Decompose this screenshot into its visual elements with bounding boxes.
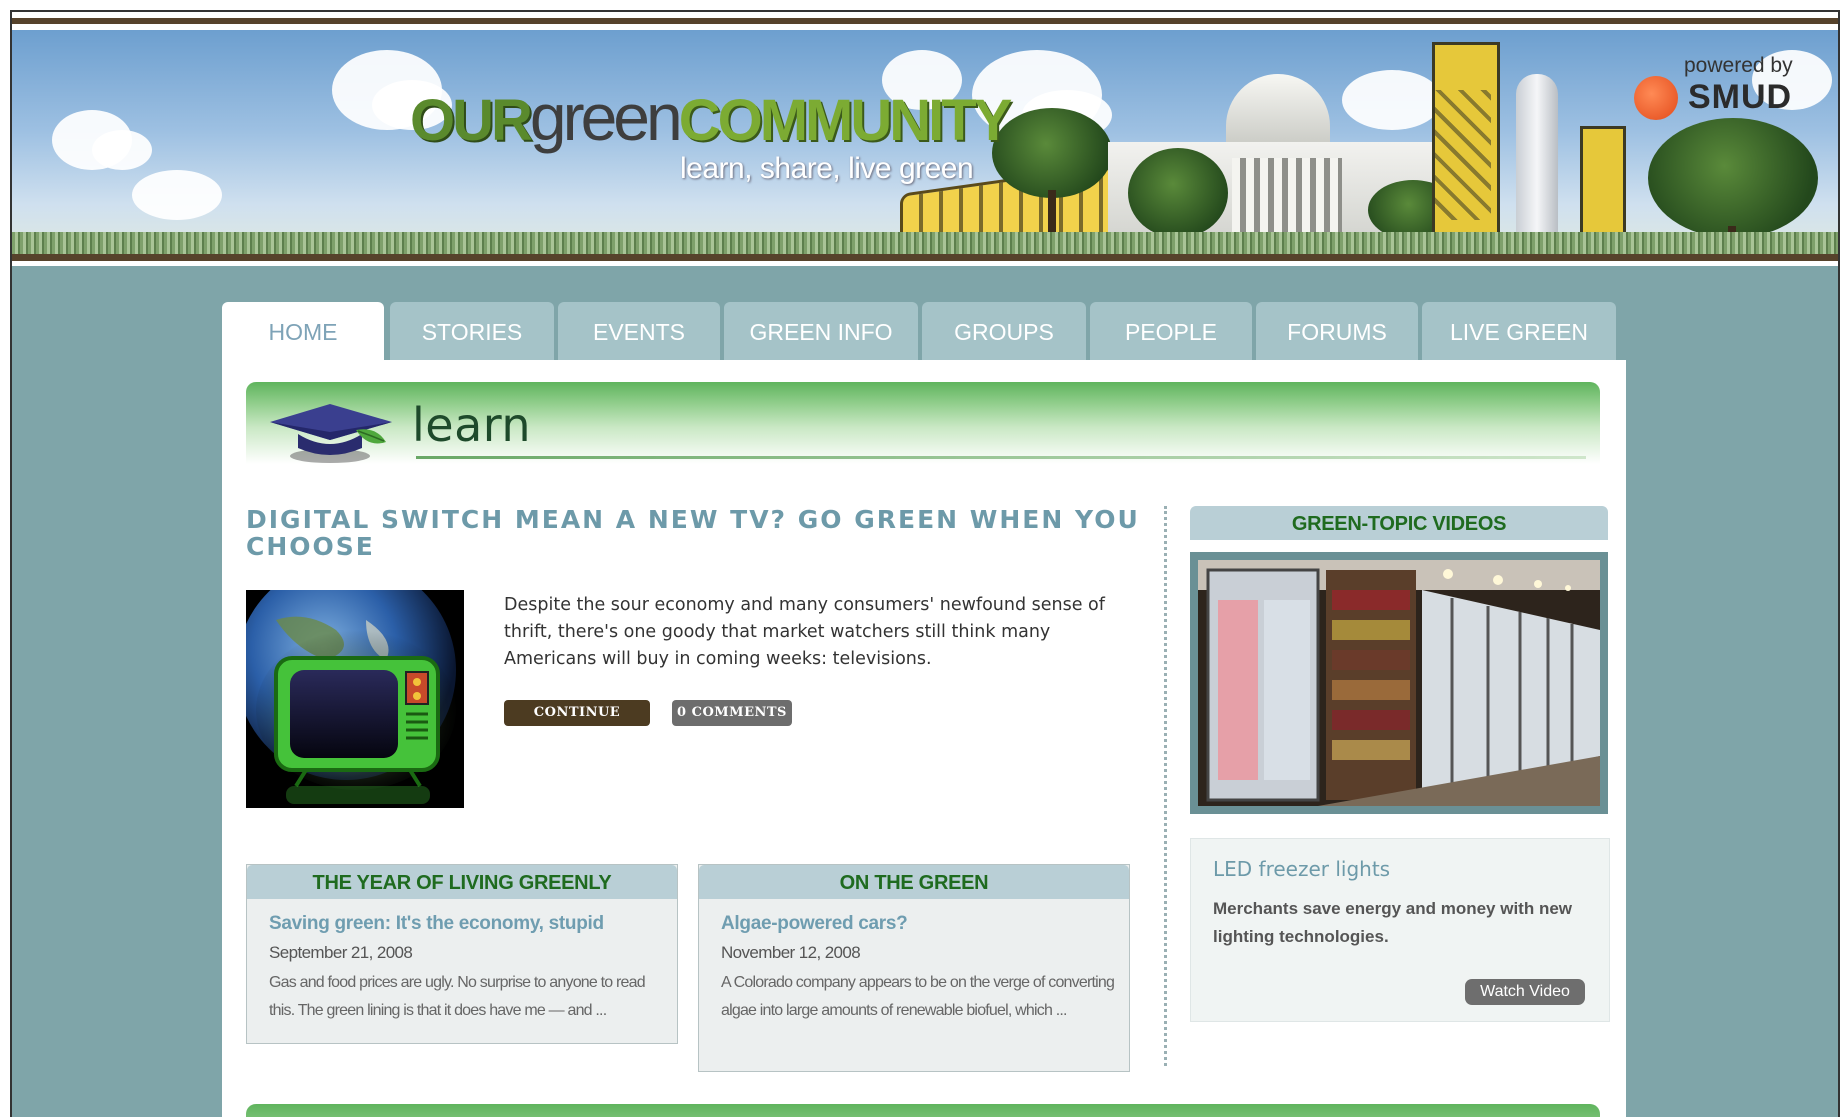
blog-box-heading[interactable]: ON THE GREEN	[699, 865, 1129, 899]
feature-excerpt: Despite the sour economy and many consum…	[504, 595, 1105, 669]
video-info-card: LED freezer lights Merchants save energy…	[1190, 838, 1610, 1022]
continue-button[interactable]: CONTINUE	[504, 700, 650, 726]
site-logo[interactable]: OURgreenCOMMUNITY	[410, 84, 1013, 153]
video-player[interactable]	[1190, 552, 1608, 814]
tab-home[interactable]: HOME	[222, 302, 384, 360]
section-underline	[416, 456, 1586, 459]
blog-post-date: November 12, 2008	[721, 943, 861, 962]
content-panel: learn DIGITAL SWITCH MEAN A NEW TV? GO G…	[222, 360, 1626, 1117]
blog-post-excerpt: Gas and food prices are ugly. No surpris…	[269, 974, 646, 1019]
logo-green: green	[529, 80, 683, 154]
tab-stories[interactable]: STORIES	[390, 302, 554, 360]
feature-image[interactable]	[246, 590, 464, 808]
video-title[interactable]: LED freezer lights	[1213, 857, 1390, 881]
blog-box-heading[interactable]: THE YEAR OF LIVING GREENLY	[247, 865, 677, 899]
tab-groups[interactable]: GROUPS	[922, 302, 1086, 360]
blog-post-link[interactable]: Saving green: It's the economy, stupid	[269, 913, 604, 935]
logo-community: COMMUNITY	[678, 88, 1013, 153]
freezer-aisle-image	[1198, 560, 1600, 806]
blog-box-on-the-green: ON THE GREEN Algae-powered cars? Novembe…	[698, 864, 1130, 1072]
tab-events[interactable]: EVENTS	[558, 302, 720, 360]
next-section-header	[246, 1104, 1600, 1117]
video-thumbnail[interactable]	[1198, 560, 1600, 806]
banner-bottom-stripe	[12, 254, 1838, 266]
comments-button[interactable]: 0 COMMENTS	[672, 700, 792, 726]
powered-by-label: powered by	[1684, 54, 1793, 77]
video-description: Merchants save energy and money with new…	[1213, 899, 1573, 946]
grass-strip	[12, 232, 1838, 254]
tab-people[interactable]: PEOPLE	[1090, 302, 1252, 360]
tab-live-green[interactable]: LIVE GREEN	[1422, 302, 1616, 360]
blog-box-living-greenly: THE YEAR OF LIVING GREENLY Saving green:…	[246, 864, 678, 1044]
logo-our: OUR	[410, 88, 533, 153]
blog-post-date: September 21, 2008	[269, 943, 413, 962]
watch-video-button[interactable]: Watch Video	[1465, 979, 1585, 1005]
tv-earth-illustration	[246, 590, 464, 808]
tower-spire	[1516, 74, 1558, 254]
blog-post-link[interactable]: Algae-powered cars?	[721, 913, 908, 935]
tab-green-info[interactable]: GREEN INFO	[724, 302, 918, 360]
smud-logo-icon	[1634, 76, 1678, 120]
tab-forums[interactable]: FORUMS	[1256, 302, 1418, 360]
smud-logo-text[interactable]: SMUD	[1688, 78, 1792, 117]
section-title: learn	[412, 398, 532, 452]
column-divider	[1164, 506, 1167, 1066]
feature-title[interactable]: DIGITAL SWITCH MEAN A NEW TV? GO GREEN W…	[246, 506, 1146, 560]
site-tagline: learn, share, live green	[680, 152, 974, 185]
videos-heading[interactable]: GREEN-TOPIC VIDEOS	[1190, 506, 1608, 540]
learn-section-header: learn	[246, 382, 1600, 464]
page-frame: OURgreenCOMMUNITY learn, share, live gre…	[10, 10, 1840, 1117]
header-banner: OURgreenCOMMUNITY learn, share, live gre…	[12, 12, 1838, 266]
blog-post-excerpt: A Colorado company appears to be on the …	[721, 974, 1115, 1019]
graduation-cap-icon	[270, 404, 392, 463]
